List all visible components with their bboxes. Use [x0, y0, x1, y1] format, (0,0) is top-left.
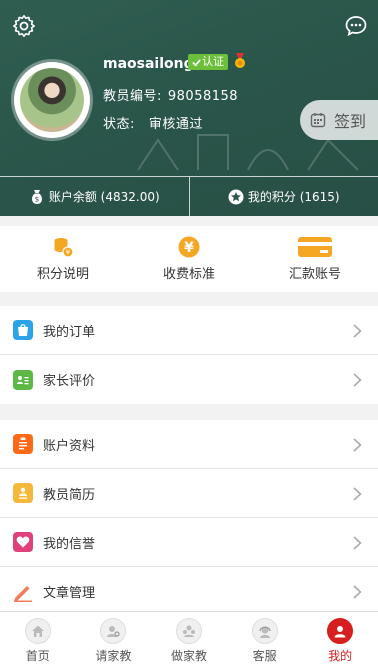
quick-label-remit-account: 汇款账号 [288, 267, 341, 282]
menu-group-orders: 我的订单 家长评价 [0, 306, 378, 404]
quick-label-points-explain: 积分说明 [36, 267, 89, 282]
menu-label-my-orders: 我的订单 [43, 324, 96, 340]
teacher-number-label: 教员编号: [103, 89, 162, 104]
message-bubble-icon[interactable] [344, 14, 368, 38]
chevron-right-icon [353, 324, 362, 338]
menu-item-my-orders[interactable]: 我的订单 [0, 306, 378, 355]
tab-label-service: 客服 [252, 649, 277, 663]
tab-home[interactable]: 首页 [0, 612, 76, 670]
tab-label-find-tutor: 请家教 [95, 649, 132, 663]
status-label: 状态: [103, 117, 135, 132]
tab-be-tutor[interactable]: 做家教 [151, 612, 227, 670]
menu-label-tutor-resume: 教员简历 [43, 487, 96, 503]
quick-item-points-explain[interactable]: ¥ 积分说明 [0, 226, 126, 292]
points-label: 我的积分 (1615) [247, 190, 340, 204]
teacher-number-value: 98058158 [167, 89, 239, 104]
menu-label-article-manage: 文章管理 [43, 586, 96, 601]
avatar-photo [20, 68, 84, 132]
bottom-tab-bar: 首页 请家教 做家教 客服 我的 [0, 611, 378, 670]
settings-gear-icon[interactable] [12, 14, 36, 38]
teacher-number-line: 教员编号: 98058158 [103, 85, 238, 104]
quick-item-fee-standard[interactable]: ¥ 收费标准 [126, 226, 252, 292]
coin-stack-icon: ¥ [54, 238, 74, 258]
order-bag-icon [13, 320, 33, 340]
chevron-right-icon [353, 373, 362, 387]
menu-item-parent-reviews[interactable]: 家长评价 [0, 355, 378, 404]
home-icon [24, 618, 51, 644]
yen-icon: ¥ [178, 236, 200, 258]
medal-icon [235, 53, 245, 68]
profile-header: maosailong 认证 教员编号: 98058158 状态: 审核通过 签到 $… [0, 0, 378, 216]
balance-stat[interactable]: $ 账户余额 (4832.00) [0, 177, 190, 216]
menu-item-account-info[interactable]: 账户资料 [0, 420, 378, 469]
bank-card-icon [298, 237, 332, 257]
tab-service[interactable]: 客服 [227, 612, 303, 670]
status-value: 审核通过 [148, 117, 203, 132]
balance-label: 账户余额 (4832.00) [48, 190, 160, 204]
menu-item-article-manage[interactable]: 文章管理 [0, 567, 378, 616]
menu-group-profile: 账户资料 教员简历 我的信誉 文章管理 [0, 420, 378, 616]
signin-label: 签到 [334, 112, 367, 131]
quick-item-remit-account[interactable]: 汇款账号 [252, 226, 378, 292]
username: maosailong [103, 56, 194, 72]
menu-item-my-reputation[interactable]: 我的信誉 [0, 518, 378, 567]
chevron-right-icon [353, 536, 362, 550]
menu-label-account-info: 账户资料 [43, 438, 96, 454]
star-circle-icon [228, 189, 244, 204]
quick-actions: ¥ 积分说明 ¥ 收费标准 汇款账号 [0, 226, 378, 292]
avatar[interactable] [14, 62, 90, 138]
calendar-icon [310, 113, 326, 128]
money-bag-icon: $ [31, 189, 42, 204]
chevron-right-icon [353, 487, 362, 501]
chevron-right-icon [353, 585, 362, 599]
tab-my-profile[interactable]: 我的 [302, 612, 378, 670]
verified-badge: 认证 [188, 54, 228, 70]
service-icon [251, 618, 278, 644]
check-icon [192, 58, 201, 67]
menu-label-my-reputation: 我的信誉 [43, 536, 96, 552]
svg-text:¥: ¥ [66, 249, 71, 257]
tab-label-be-tutor: 做家教 [170, 649, 207, 663]
heart-icon [13, 532, 33, 552]
points-stat[interactable]: 我的积分 (1615) [190, 177, 378, 216]
status-line: 状态: 审核通过 [103, 113, 203, 132]
verified-badge-label: 认证 [202, 55, 224, 68]
quick-label-fee-standard: 收费标准 [162, 267, 215, 282]
tab-label-my-profile: 我的 [328, 649, 353, 663]
chevron-right-icon [353, 438, 362, 452]
my-profile-icon [327, 618, 354, 644]
svg-text:$: $ [35, 195, 39, 203]
tab-find-tutor[interactable]: 请家教 [76, 612, 152, 670]
tab-label-home: 首页 [25, 649, 50, 663]
signin-button[interactable]: 签到 [300, 100, 378, 140]
find-tutor-icon [100, 618, 127, 644]
menu-label-parent-reviews: 家长评价 [43, 374, 96, 389]
resume-icon [13, 483, 33, 503]
svg-text:¥: ¥ [184, 240, 194, 256]
account-stats-bar: $ 账户余额 (4832.00) 我的积分 (1615) [0, 176, 378, 216]
menu-item-tutor-resume[interactable]: 教员简历 [0, 469, 378, 518]
pencil-icon [13, 582, 33, 602]
review-card-icon [13, 369, 33, 390]
be-tutor-icon [175, 618, 202, 644]
clipboard-icon [13, 434, 33, 454]
